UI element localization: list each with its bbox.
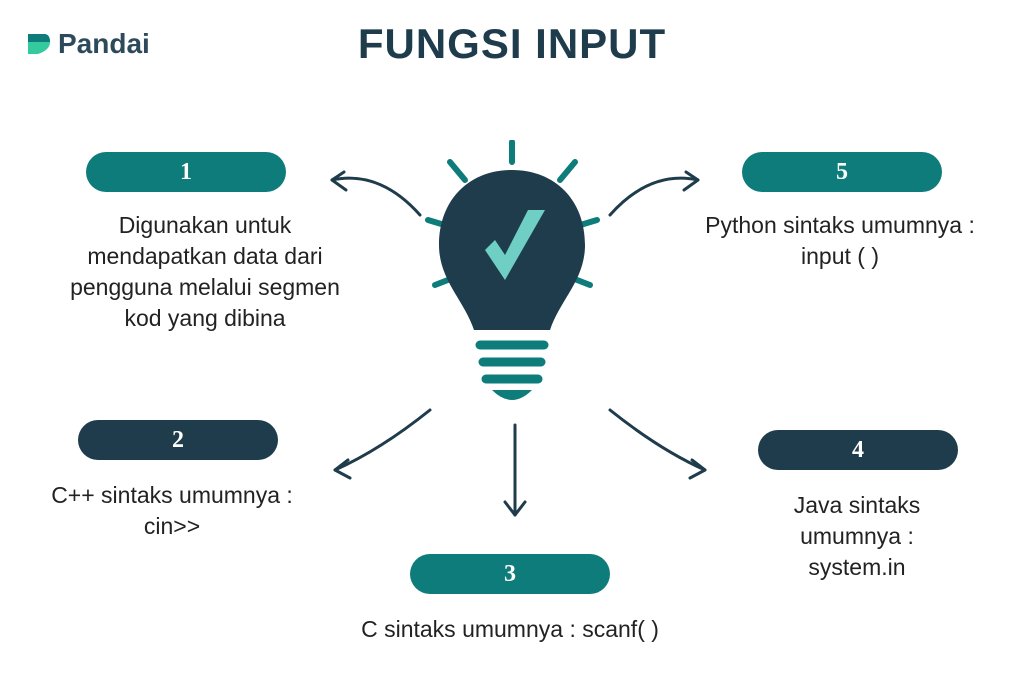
desc-1: Digunakan untuk mendapatkan data dari pe… <box>60 210 350 334</box>
badge-1-num: 1 <box>180 159 192 186</box>
badge-4-num: 4 <box>852 437 864 464</box>
badge-3: 3 <box>410 554 610 594</box>
page-title: FUNGSI INPUT <box>0 20 1024 68</box>
badge-1: 1 <box>86 152 286 192</box>
arrow-to-4 <box>600 400 720 490</box>
desc-2: C++ sintaks umumnya : cin>> <box>22 480 322 542</box>
badge-2: 2 <box>78 420 278 460</box>
arrow-to-3 <box>495 420 535 530</box>
badge-3-num: 3 <box>504 561 516 588</box>
badge-2-num: 2 <box>172 427 184 454</box>
badge-4: 4 <box>758 430 958 470</box>
desc-3: C sintaks umumnya : scanf( ) <box>300 614 720 645</box>
badge-5: 5 <box>742 152 942 192</box>
desc-4: Java sintaks umumnya : system.in <box>752 490 962 583</box>
arrow-to-5 <box>600 160 710 230</box>
arrow-to-2 <box>320 400 440 490</box>
badge-5-num: 5 <box>836 159 848 186</box>
lightbulb-icon <box>420 140 605 420</box>
desc-5: Python sintaks umumnya : input ( ) <box>700 210 980 272</box>
